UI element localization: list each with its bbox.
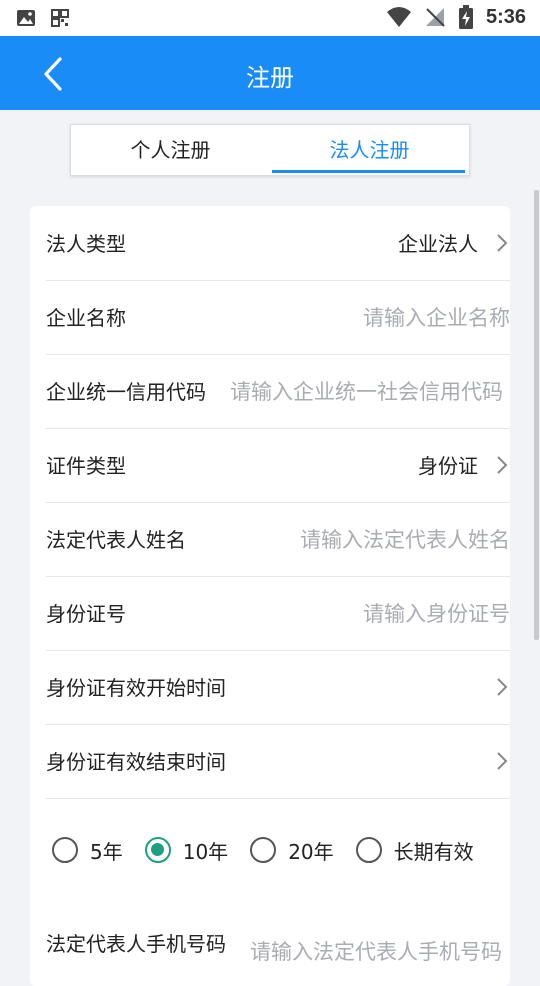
rep-name-label: 法定代表人姓名 [46,528,186,552]
status-bar: 5:36 [0,0,540,36]
tab-personal[interactable]: 个人注册 [71,125,270,175]
radio-10-years[interactable]: 10年 [144,836,229,865]
legal-type-value: 企业法人 [398,232,478,256]
company-name-label: 企业名称 [46,306,126,330]
legal-type-row[interactable]: 法人类型 企业法人 [46,206,510,281]
chevron-right-icon [497,752,508,770]
wifi-icon [386,7,411,27]
credit-code-input[interactable]: 请输入企业统一社会信用代码 [230,376,510,406]
credit-code-label: 企业统一信用代码 [46,380,206,404]
radio-circle[interactable] [144,837,171,863]
rep-name-input[interactable]: 请输入法定代表人姓名 [250,524,510,554]
cert-type-row[interactable]: 证件类型 身份证 [46,428,510,503]
app-bar: 注册 [0,36,540,110]
registration-tabs: 个人注册 法人注册 [70,124,470,176]
radio-circle[interactable] [355,837,382,863]
cert-type-value: 身份证 [418,454,478,478]
legal-type-label: 法人类型 [46,232,126,256]
registration-form: 法人类型 企业法人 企业名称 请输入企业名称 企业统一信用代码 请输入企业统一社… [30,206,510,986]
id-start-row[interactable]: 身份证有效开始时间 [46,650,510,725]
radio-5-years[interactable]: 5年 [52,836,123,865]
id-number-input[interactable]: 请输入身份证号 [210,598,510,628]
id-start-label: 身份证有效开始时间 [46,676,226,700]
grid-icon [51,9,69,27]
rep-phone-row: 法定代表人手机号码 请输入法定代表人手机号码 [46,906,510,980]
image-icon [17,10,35,26]
battery-charging-icon [458,5,473,29]
radio-label: 长期有效 [393,839,474,864]
validity-radio-group: 5年 10年 20年 长期有效 [52,830,512,870]
cert-type-label: 证件类型 [46,454,126,478]
status-time: 5:36 [485,5,526,28]
radio-circle[interactable] [250,837,277,863]
chevron-right-icon [497,678,508,696]
rep-name-row: 法定代表人姓名 请输入法定代表人姓名 [46,502,510,577]
radio-circle[interactable] [52,837,78,863]
radio-label: 5年 [90,839,123,864]
scrollbar[interactable] [534,190,539,640]
radio-label: 20年 [288,839,334,864]
radio-20-years[interactable]: 20年 [250,836,334,865]
chevron-right-icon [497,456,508,474]
radio-long-term[interactable]: 长期有效 [355,836,474,865]
page-title: 注册 [246,64,294,92]
chevron-right-icon [497,234,508,252]
no-signal-icon [425,8,445,27]
id-end-label: 身份证有效结束时间 [46,750,226,774]
tab-legal-entity[interactable]: 法人注册 [270,125,469,175]
id-end-row[interactable]: 身份证有效结束时间 [46,724,510,799]
company-name-row: 企业名称 请输入企业名称 [46,280,510,355]
company-name-input[interactable]: 请输入企业名称 [210,302,510,332]
rep-phone-input[interactable]: 请输入法定代表人手机号码 [250,936,510,966]
credit-code-row: 企业统一信用代码 请输入企业统一社会信用代码 [46,354,510,429]
id-number-label: 身份证号 [46,602,126,626]
radio-label: 10年 [182,839,229,864]
rep-phone-label: 法定代表人手机号码 [46,932,226,956]
id-number-row: 身份证号 请输入身份证号 [46,576,510,651]
